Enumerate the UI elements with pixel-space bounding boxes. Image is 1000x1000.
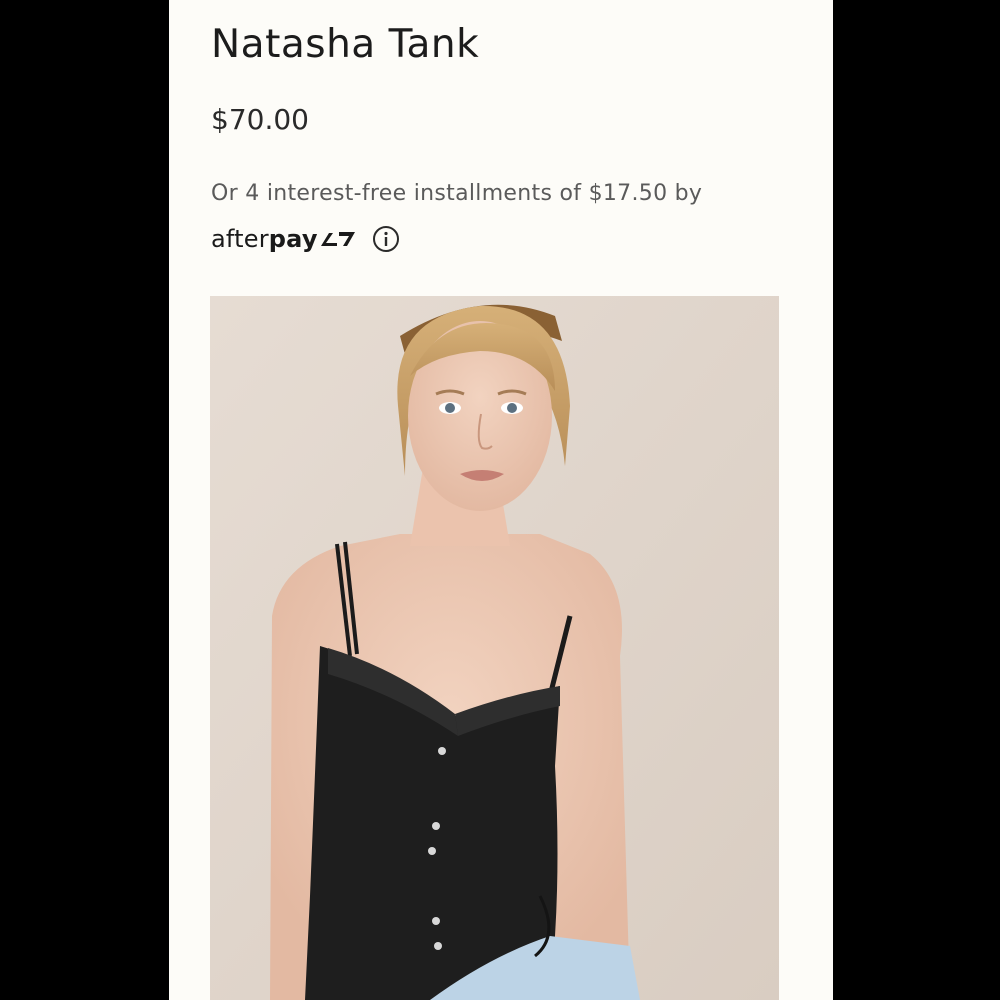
product-image[interactable]: [210, 296, 779, 1000]
model-photo-illustration: [210, 296, 779, 1000]
afterpay-arrows-icon: [320, 232, 355, 246]
afterpay-logo-bold: pay: [268, 225, 318, 253]
product-title: Natasha Tank: [211, 22, 480, 67]
product-price: $70.00: [211, 103, 309, 136]
afterpay-logo: after pay: [211, 225, 356, 253]
afterpay-logo-light: after: [211, 225, 269, 253]
installments-text: Or 4 interest-free installments of $17.5…: [211, 181, 703, 206]
product-detail-panel: Natasha Tank $70.00 Or 4 interest-free i…: [169, 0, 833, 1000]
afterpay-row: after pay: [211, 222, 401, 256]
info-circle-icon[interactable]: [371, 224, 401, 254]
